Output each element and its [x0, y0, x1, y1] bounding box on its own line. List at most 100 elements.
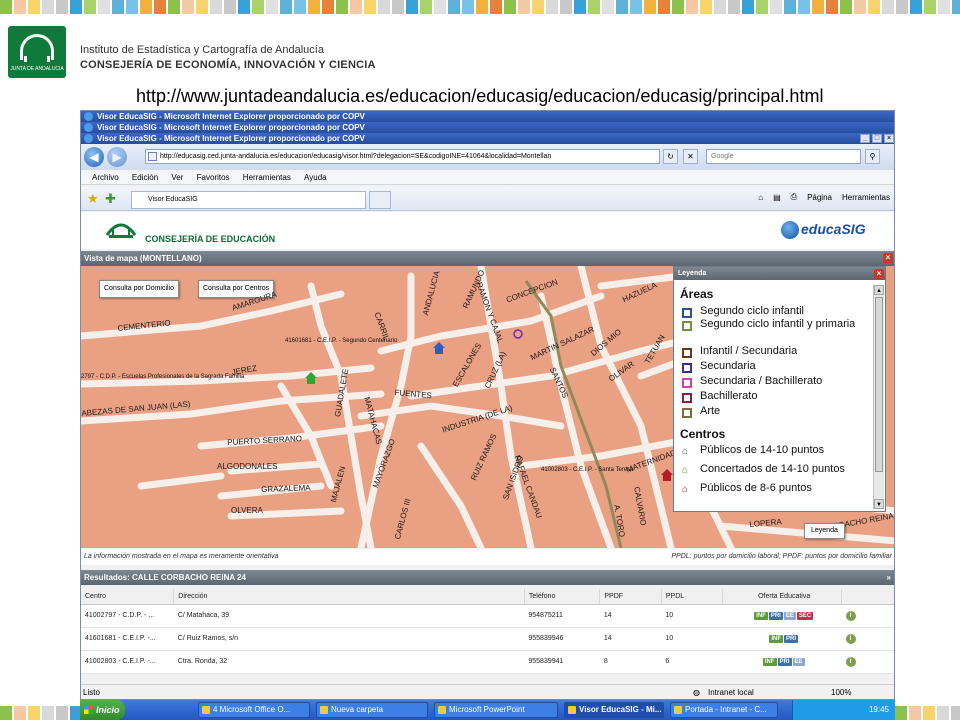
menu-favoritos[interactable]: Favoritos	[197, 170, 230, 185]
search-input[interactable]: Google	[706, 149, 861, 164]
status-text: Listo	[83, 688, 100, 697]
legend-scrollbar[interactable]: ▲ ▼	[873, 285, 884, 509]
scroll-down-icon[interactable]: ▼	[874, 499, 884, 509]
col-direccion: Dirección	[173, 589, 525, 605]
favorites-bar: ★ ✚ Visor EducaSIG ⌂ ▤ ⎙ Página Herramie…	[81, 187, 894, 211]
oferta-badge: SEC	[796, 611, 814, 620]
ie-icon	[84, 112, 93, 121]
cell-centro: 41002797 - C.D.P. - ...	[81, 604, 174, 628]
legend-areas-title: Áreas	[680, 287, 714, 301]
info-icon[interactable]: i	[845, 610, 856, 621]
cell-info: i	[841, 627, 894, 651]
public-school-marker-icon[interactable]	[433, 342, 445, 354]
zoom-level[interactable]: 100%	[831, 685, 851, 699]
menu-ver[interactable]: Ver	[171, 170, 183, 185]
favorites-star-icon[interactable]: ★	[87, 191, 99, 207]
col-oferta: Oferta Educativa	[722, 589, 843, 605]
slide-url: http://www.juntadeandalucia.es/educacion…	[136, 86, 824, 106]
menu-herramientas[interactable]: Herramientas	[243, 170, 291, 185]
col-centro: Centro	[81, 589, 175, 605]
cell-oferta: INF PRI	[722, 627, 842, 651]
strip-square	[420, 0, 432, 14]
feeds-icon[interactable]: ▤	[773, 193, 781, 202]
legend-close-icon[interactable]: ×	[874, 269, 884, 279]
taskbar-item[interactable]: Visor EducaSIG - Mi...	[564, 702, 664, 718]
info-icon[interactable]: i	[845, 656, 856, 667]
close-icon[interactable]: ×	[884, 134, 894, 143]
street-label: OLVERA	[231, 506, 263, 515]
new-tab-button[interactable]	[369, 191, 391, 209]
scroll-thumb[interactable]	[875, 297, 883, 472]
consulta-domicilio-button[interactable]: Consulta por Domicilio	[99, 280, 180, 298]
strip-square	[322, 0, 334, 14]
strip-square	[602, 0, 614, 14]
strip-square	[504, 0, 516, 14]
cell-direccion: C/ Matahaca, 39	[173, 604, 525, 628]
strip-square	[840, 0, 852, 14]
address-row: ◀ ▶ http://educasig.ced.junta-andalucia.…	[81, 144, 894, 170]
col-ppdf: PPDF	[599, 589, 662, 605]
centro-label: 41601681 - C.E.I.P. - Segundo Centenario	[285, 338, 398, 344]
centro-label: 2797 - C.D.P. - Escuelas Profesionales d…	[81, 374, 245, 380]
window-titlebar-3: Visor EducaSIG - Microsoft Internet Expl…	[81, 133, 894, 144]
maximize-icon[interactable]: □	[872, 134, 882, 143]
strip-square	[909, 706, 921, 720]
tools-menu[interactable]: Herramientas	[842, 193, 890, 202]
refresh-button[interactable]: ↻	[663, 149, 678, 164]
cell-ppdf: 14	[599, 627, 662, 651]
taskbar-item[interactable]: Nueva carpeta	[316, 702, 428, 718]
legend-swatch-icon	[682, 408, 692, 418]
address-bar[interactable]: http://educasig.ced.junta-andalucia.es/e…	[145, 149, 660, 164]
menu-bar: Archivo Edición Ver Favoritos Herramient…	[81, 170, 894, 185]
oferta-badge: EE	[783, 611, 796, 620]
back-button[interactable]: ◀	[84, 147, 104, 167]
concertado-school-marker-icon[interactable]	[305, 372, 317, 384]
strip-square	[406, 0, 418, 14]
strip-square	[938, 0, 950, 14]
add-favorite-icon[interactable]: ✚	[105, 191, 116, 207]
legend-swatch-icon	[682, 321, 692, 331]
menu-ayuda[interactable]: Ayuda	[304, 170, 327, 185]
collapse-icon[interactable]: »	[887, 570, 891, 585]
legend-swatch-icon	[682, 378, 692, 388]
search-icon[interactable]: ⚲	[865, 149, 880, 164]
strip-square	[686, 0, 698, 14]
cell-ppdl: 10	[661, 604, 723, 628]
house-icon: ⌂	[682, 446, 689, 457]
taskbar-item[interactable]: Microsoft PowerPoint	[434, 702, 558, 718]
tab-visor-educasig[interactable]: Visor EducaSIG	[131, 191, 366, 209]
strip-square	[0, 706, 12, 720]
legend-area-item: Arte	[682, 405, 872, 418]
window-title-3: Visor EducaSIG - Microsoft Internet Expl…	[97, 134, 365, 143]
print-icon[interactable]: ⎙	[791, 192, 797, 202]
stop-button[interactable]: ✕	[683, 149, 698, 164]
scroll-up-icon[interactable]: ▲	[874, 285, 884, 295]
taskbar-item[interactable]: 4 Microsoft Office O...	[198, 702, 310, 718]
strip-square	[476, 0, 488, 14]
menu-archivo[interactable]: Archivo	[92, 170, 119, 185]
table-row[interactable]: 41601681 - C.E.I.P. -... C/ Ruiz Ramos, s…	[81, 627, 894, 651]
info-icon[interactable]: i	[845, 633, 856, 644]
strip-square	[546, 0, 558, 14]
menu-edicion[interactable]: Edición	[132, 170, 158, 185]
minimize-icon[interactable]: _	[860, 134, 870, 143]
results-table: Centro Dirección Teléfono PPDF PPDL Ofer…	[81, 589, 894, 674]
leyenda-button[interactable]: Leyenda	[804, 523, 845, 539]
legend-area-item: Segundo ciclo infantil y primaria	[682, 318, 872, 331]
strip-square	[210, 0, 222, 14]
forward-button[interactable]: ▶	[107, 147, 127, 167]
taskbar-item[interactable]: Portada - Intranet - C...	[670, 702, 778, 718]
start-button[interactable]: Inicio	[80, 700, 125, 720]
strip-square	[70, 0, 82, 14]
oferta-badge: INF	[762, 657, 777, 666]
legend-centro-item: ⌂ Concertados de 14-10 puntos	[682, 463, 872, 476]
map-close-icon[interactable]: ×	[883, 253, 893, 263]
table-row[interactable]: 41002797 - C.D.P. - ... C/ Matahaca, 39 95…	[81, 604, 894, 628]
strip-square	[728, 0, 740, 14]
home-icon[interactable]: ⌂	[758, 193, 763, 202]
public-low-school-marker-icon[interactable]	[661, 469, 673, 481]
command-bar: ⌂ ▤ ⎙ Página Herramientas	[758, 192, 890, 202]
col-ppdl: PPDL	[661, 589, 724, 605]
table-row[interactable]: 41002803 - C.E.I.P. -... Ctra. Ronda, 32 9…	[81, 650, 894, 674]
page-menu[interactable]: Página	[807, 193, 832, 202]
